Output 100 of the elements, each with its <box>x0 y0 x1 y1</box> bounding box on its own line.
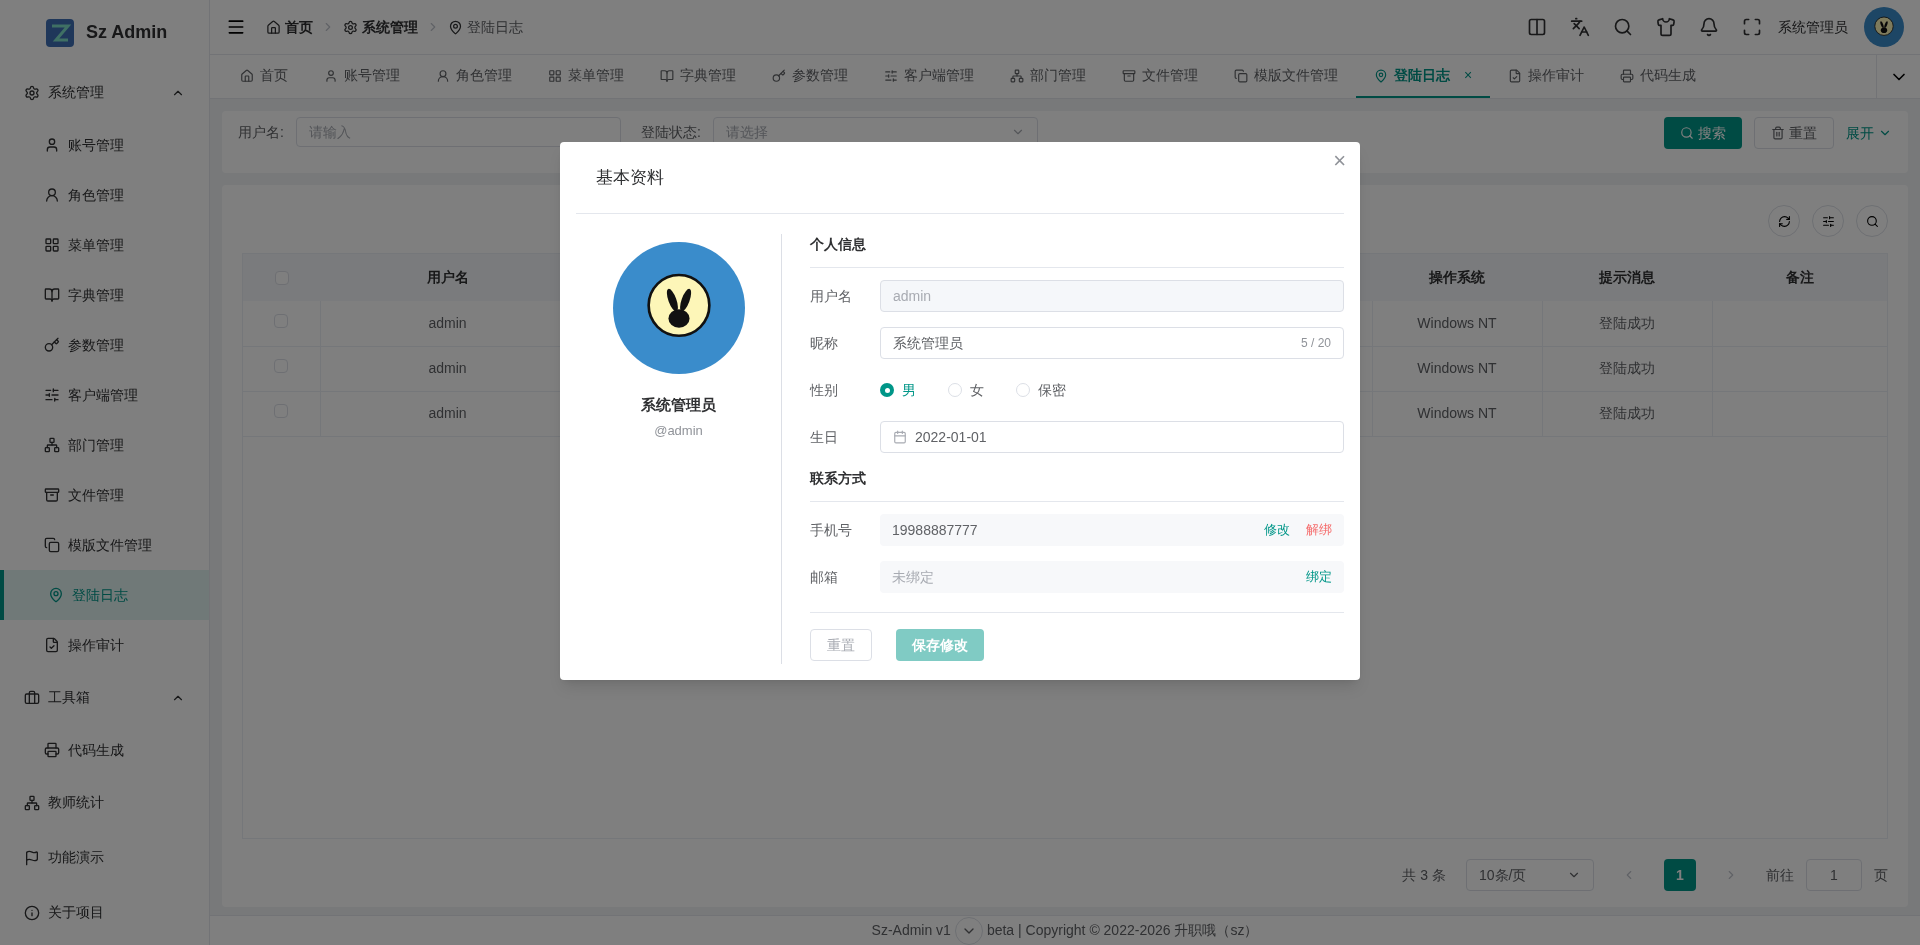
page-number[interactable]: 1 <box>1664 859 1696 891</box>
tab[interactable]: 代码生成 <box>1602 55 1715 98</box>
sidebar-item[interactable]: 菜单管理 <box>0 220 209 270</box>
tab[interactable]: 字典管理 <box>642 55 754 98</box>
sidebar-item[interactable]: 文件管理 <box>0 470 209 520</box>
tab-icon <box>548 68 562 83</box>
goto-label: 前往 <box>1766 865 1794 885</box>
section-title: 联系方式 <box>810 468 1344 502</box>
sliders-icon <box>1821 214 1835 228</box>
brand-name: Sz Admin <box>86 21 168 44</box>
expand-link[interactable]: 展开 <box>1846 117 1892 149</box>
menu-item-icon <box>48 587 64 603</box>
menu-item-icon <box>44 287 60 303</box>
tab[interactable]: 菜单管理 <box>530 55 642 98</box>
search-button[interactable]: 搜索 <box>1664 117 1742 149</box>
user-name[interactable]: 系统管理员 <box>1778 16 1848 38</box>
action-link[interactable]: 修改 <box>1264 520 1290 540</box>
tab[interactable]: 操作审计 <box>1490 55 1603 98</box>
field-label: 用户名: <box>238 122 284 142</box>
breadcrumb-item[interactable]: 系统管理 <box>362 16 418 38</box>
action-link[interactable]: 绑定 <box>1306 567 1332 587</box>
refresh-icon <box>1777 214 1791 228</box>
radio-option[interactable]: 男 <box>880 379 916 401</box>
field-label: 昵称 <box>810 333 839 353</box>
menu-item-icon <box>44 337 60 353</box>
close-button[interactable]: × <box>1333 150 1346 172</box>
menu-icon[interactable] <box>226 17 246 37</box>
sidebar-item[interactable]: 模版文件管理 <box>0 520 209 570</box>
menu-item-icon <box>44 637 60 653</box>
sidebar-item[interactable]: 操作审计 <box>0 620 209 670</box>
tab[interactable]: 参数管理 <box>754 55 866 98</box>
sidebar-item[interactable]: 部门管理 <box>0 420 209 470</box>
tab-icon <box>1010 68 1024 83</box>
page-size-select[interactable]: 10条/页 <box>1466 859 1594 891</box>
field-label: 邮箱 <box>810 567 839 587</box>
sidebar-item[interactable]: 参数管理 <box>0 320 209 370</box>
tab-icon <box>436 68 450 83</box>
layout-icon[interactable] <box>1527 17 1547 37</box>
date-field[interactable]: 2022-01-01 <box>880 421 1344 453</box>
tab-icon <box>240 68 254 83</box>
sidebar-item[interactable]: 角色管理 <box>0 170 209 220</box>
field-label: 性别 <box>810 380 839 400</box>
menu-item-icon <box>44 487 60 503</box>
menu-item-icon <box>44 537 60 553</box>
sidebar-item[interactable]: 关于项目 <box>0 885 209 940</box>
input-field[interactable]: 系统管理员 5 / 20 <box>880 327 1344 359</box>
table-cell: Windows NT <box>1372 346 1542 391</box>
reset-button[interactable]: 重置 <box>1754 117 1834 149</box>
tab-icon <box>1234 68 1248 83</box>
tab[interactable]: 文件管理 <box>1104 55 1216 98</box>
field-label: 登陆状态: <box>640 122 701 142</box>
sidebar-item[interactable]: 账号管理 <box>0 120 209 170</box>
radio-option[interactable]: 保密 <box>1016 379 1066 401</box>
sidebar-item[interactable]: 教师统计 <box>0 775 209 830</box>
tab-icon <box>1508 68 1523 83</box>
tab[interactable]: 角色管理 <box>418 55 530 98</box>
tab[interactable]: 首页 <box>222 55 306 98</box>
breadcrumb-icon <box>448 19 463 35</box>
menu-item-icon <box>44 237 60 253</box>
translate-icon[interactable] <box>1570 17 1590 37</box>
tab[interactable]: 部门管理 <box>992 55 1104 98</box>
sidebar-item[interactable]: 客户端管理 <box>0 370 209 420</box>
tab[interactable]: 模版文件管理 <box>1216 55 1356 98</box>
menu-item-icon <box>44 437 60 453</box>
search-icon[interactable] <box>1613 17 1633 37</box>
goto-page-input[interactable]: 1 <box>1806 859 1862 891</box>
menu-item-icon <box>24 84 40 101</box>
menu-item-icon <box>24 849 40 866</box>
tab-icon <box>772 68 786 83</box>
action-link[interactable]: 解绑 <box>1306 520 1332 540</box>
tab[interactable]: 客户端管理 <box>866 55 992 98</box>
radio-option[interactable]: 女 <box>948 379 984 401</box>
logo-icon <box>46 18 74 47</box>
section-title: 个人信息 <box>810 234 1344 268</box>
sidebar-item[interactable]: 代码生成 <box>0 725 209 775</box>
table-cell: 登陆成功 <box>1542 346 1712 391</box>
tab-close-button[interactable]: × <box>1464 65 1473 86</box>
tab-icon <box>324 68 338 83</box>
bell-icon[interactable] <box>1699 17 1719 37</box>
column-header: 操作系统 <box>1372 254 1542 301</box>
sidebar-item[interactable]: 工具箱 <box>0 670 209 725</box>
sidebar-item[interactable]: 登陆日志 <box>0 570 209 620</box>
search-icon <box>1865 214 1879 228</box>
table-cell: Windows NT <box>1372 301 1542 346</box>
character-counter: 5 / 20 <box>1300 335 1331 352</box>
tab-icon <box>1620 68 1635 83</box>
sidebar-item[interactable]: 字典管理 <box>0 270 209 320</box>
menu-item-icon <box>44 137 60 153</box>
dialog-title: 基本资料 <box>596 166 664 189</box>
tab[interactable]: 登陆日志 × <box>1356 55 1491 98</box>
tab[interactable]: 账号管理 <box>306 55 418 98</box>
breadcrumb-item[interactable]: 首页 <box>285 16 313 38</box>
fullscreen-icon[interactable] <box>1742 17 1762 37</box>
column-header: 备注 <box>1712 254 1887 301</box>
sidebar-item[interactable]: 功能演示 <box>0 830 209 885</box>
table-cell: 登陆成功 <box>1542 391 1712 436</box>
reset-button[interactable]: 重置 <box>810 629 872 661</box>
sidebar-item[interactable]: 系统管理 <box>0 65 209 120</box>
page-suffix: 页 <box>1874 865 1888 885</box>
shirt-icon[interactable] <box>1656 17 1676 37</box>
